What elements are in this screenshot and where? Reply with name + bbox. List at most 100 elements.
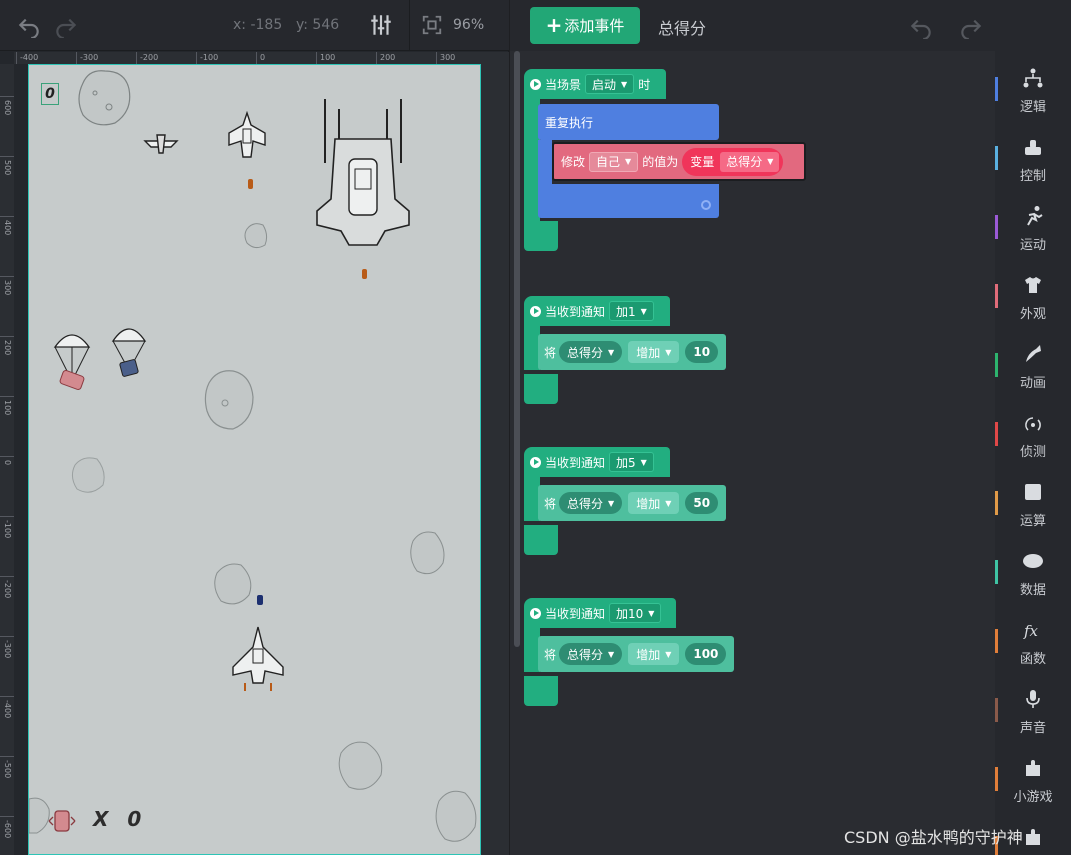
player-bullet-sprite[interactable]	[257, 595, 263, 605]
change-variable-block[interactable]: 将 总得分 ▼ 增加 ▼ 50	[538, 485, 726, 521]
ruler-tick	[0, 636, 14, 637]
category-minigame[interactable]: 小游戏	[995, 747, 1071, 816]
category-function[interactable]: fx 函数	[995, 609, 1071, 678]
redo-icon[interactable]	[958, 13, 984, 39]
redo-icon[interactable]	[53, 12, 79, 38]
amount-input[interactable]: 100	[685, 643, 727, 665]
ruler-tick	[0, 576, 14, 577]
scene-start-hat-block[interactable]: 当场景 启动 ▼ 时	[524, 69, 666, 99]
function-icon: fx	[1023, 622, 1039, 640]
category-sound[interactable]: 声音	[995, 678, 1071, 747]
asteroid-sprite[interactable]	[431, 787, 479, 847]
value-label: 的值为	[642, 155, 679, 169]
category-sensing[interactable]: 侦测	[995, 402, 1071, 471]
notice-dropdown[interactable]: 加5 ▼	[609, 452, 654, 472]
notice-dropdown[interactable]: 加10 ▼	[609, 603, 662, 623]
ruler-tick	[436, 52, 437, 64]
parachute-bomb-supply-sprite[interactable]	[53, 329, 91, 393]
zoom-level[interactable]: 96%	[453, 17, 484, 33]
enemy-bullet-sprite[interactable]	[248, 179, 253, 189]
ruler-tick	[0, 96, 14, 97]
category-label: 外观	[1019, 307, 1046, 322]
ruler-tick	[0, 816, 14, 817]
asteroid-sprite[interactable]	[203, 367, 255, 433]
category-appearance[interactable]: 外观	[995, 264, 1071, 333]
ruler-label: -300	[3, 640, 12, 659]
asteroid-sprite[interactable]	[75, 67, 133, 129]
amount-input[interactable]: 10	[685, 341, 719, 363]
watermark: CSDN @盐水鸭的守护神	[844, 828, 1023, 847]
variable-dropdown[interactable]: 总得分 ▼	[720, 151, 780, 172]
change-variable-block[interactable]: 将 总得分 ▼ 增加 ▼ 100	[538, 636, 734, 672]
category-control[interactable]: 控制	[995, 126, 1071, 195]
fit-screen-icon[interactable]	[421, 14, 443, 36]
variable-dropdown[interactable]: 总得分 ▼	[559, 492, 623, 514]
operation-dropdown[interactable]: 增加 ▼	[628, 341, 680, 363]
change-variable-block[interactable]: 将 总得分 ▼ 增加 ▼ 10	[538, 334, 726, 370]
ruler-tick	[0, 516, 14, 517]
player-plane-sprite[interactable]	[229, 625, 287, 695]
ruler-tick	[0, 396, 14, 397]
category-logic[interactable]: 逻辑	[995, 57, 1071, 126]
enemy-fighter-sprite[interactable]	[225, 111, 269, 167]
notify-hat-block[interactable]: 当收到通知 加10 ▼	[524, 598, 676, 628]
stage-toolbar: x: -185 y: 546 96%	[0, 0, 509, 51]
variable-reporter[interactable]: 变量 总得分 ▼	[682, 147, 784, 176]
workspace-scrollbar[interactable]	[514, 51, 520, 647]
operation-dropdown[interactable]: 增加 ▼	[628, 643, 680, 665]
amount-input[interactable]: 50	[685, 492, 719, 514]
operator-icon	[1025, 484, 1041, 500]
category-label: 数据	[1019, 583, 1046, 598]
undo-icon[interactable]	[908, 13, 934, 39]
asteroid-sprite[interactable]	[243, 221, 269, 251]
dropdown-value: 总得分	[726, 155, 763, 169]
dropdown-value: 启动	[592, 77, 617, 92]
ruler-label: -100	[3, 520, 12, 539]
asteroid-sprite[interactable]	[335, 739, 385, 795]
modify-value-block[interactable]: 修改 自己 ▼ 的值为 变量 总得分 ▼	[552, 142, 806, 181]
play-icon	[530, 456, 541, 468]
ruler-tick	[256, 52, 257, 64]
category-label: 逻辑	[1019, 100, 1046, 115]
game-stage[interactable]: 0 X 0	[28, 64, 481, 855]
asteroid-sprite[interactable]	[211, 561, 255, 609]
block-workspace[interactable]: 当场景 启动 ▼ 时 重复执行 修改 自己 ▼ 的值为 变量 总得分 ▼ 当收到…	[510, 51, 995, 855]
category-label: 动画	[1019, 376, 1046, 391]
variable-dropdown[interactable]: 总得分 ▼	[559, 643, 623, 665]
ruler-tick	[16, 52, 17, 64]
category-animation[interactable]: 动画	[995, 333, 1071, 402]
settings-sliders-icon[interactable]	[368, 12, 394, 38]
target-dropdown[interactable]: 自己 ▼	[589, 151, 639, 172]
ruler-label: 300	[440, 53, 456, 62]
enemy-bullet-sprite[interactable]	[362, 269, 367, 279]
repeat-forever-block[interactable]: 重复执行	[538, 104, 719, 140]
enemy-boss-ship-sprite[interactable]	[315, 99, 411, 249]
notice-dropdown[interactable]: 加1 ▼	[609, 301, 654, 321]
small-enemy-plane-sprite[interactable]	[143, 131, 179, 155]
ruler-tick	[0, 276, 14, 277]
set-label: 将	[544, 647, 557, 662]
ruler-tick	[76, 52, 77, 64]
notify-hat-block[interactable]: 当收到通知 加1 ▼	[524, 296, 670, 326]
ruler-label: -600	[3, 820, 12, 839]
asteroid-sprite[interactable]	[407, 529, 447, 579]
scene-event-dropdown[interactable]: 启动 ▼	[585, 74, 635, 94]
operation-dropdown[interactable]: 增加 ▼	[628, 492, 680, 514]
play-icon	[530, 78, 541, 90]
variable-dropdown[interactable]: 总得分 ▼	[559, 341, 623, 363]
c-block-foot	[524, 525, 558, 555]
undo-icon[interactable]	[16, 12, 42, 38]
category-operator[interactable]: 运算	[995, 471, 1071, 540]
ruler-label: 500	[3, 160, 12, 176]
set-label: 将	[544, 345, 557, 360]
category-motion[interactable]: 运动	[995, 195, 1071, 264]
ruler-label: -200	[140, 53, 159, 62]
add-event-button[interactable]: + 添加事件	[530, 7, 640, 44]
notify-hat-block[interactable]: 当收到通知 加5 ▼	[524, 447, 670, 477]
add-event-label: 添加事件	[564, 17, 625, 35]
parachute-bullet-supply-sprite[interactable]	[111, 323, 147, 379]
play-icon	[530, 607, 541, 619]
chevron-down-icon: ▼	[608, 649, 615, 659]
asteroid-sprite[interactable]	[69, 455, 107, 497]
category-data[interactable]: 数据	[995, 540, 1071, 609]
